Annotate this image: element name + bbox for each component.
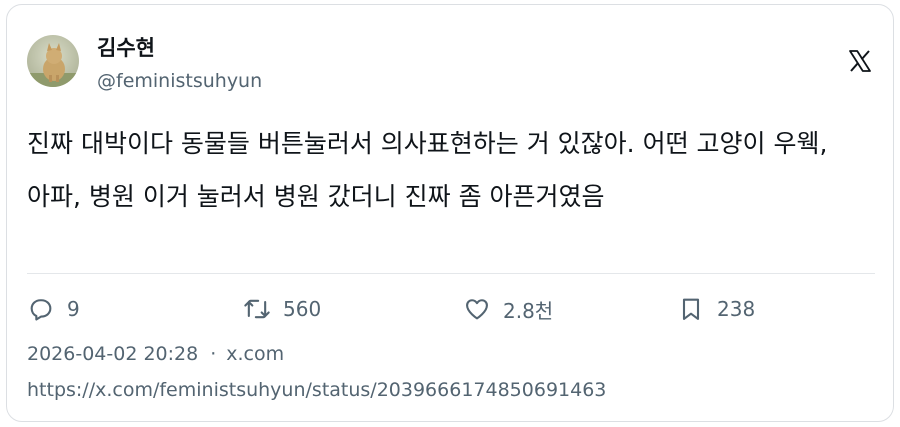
source-link[interactable]: x.com xyxy=(226,343,284,365)
cat-photo-avatar-icon xyxy=(27,35,79,87)
retweet-button[interactable]: 560 xyxy=(243,294,321,324)
like-button[interactable]: 2.8천 xyxy=(463,294,553,324)
bookmark-button[interactable]: 238 xyxy=(677,294,755,324)
tweet-text: 진짜 대박이다 동물들 버튼눌러서 의사표현하는 거 있잖아. 어떤 고양이 우… xyxy=(27,129,836,211)
tweet-card: 김수현 @feministsuhyun 진짜 대박이다 동물들 버튼눌러서 의사… xyxy=(6,4,894,422)
reply-count: 9 xyxy=(67,297,80,321)
reply-button[interactable]: 9 xyxy=(27,294,80,324)
x-logo-icon[interactable] xyxy=(848,49,872,73)
retweet-icon xyxy=(243,295,271,323)
retweet-count: 560 xyxy=(283,297,322,321)
tweet-url[interactable]: https://x.com/feministsuhyun/status/2039… xyxy=(27,379,606,401)
author-name[interactable]: 김수현 xyxy=(97,32,155,62)
tweet-meta: 2026-04-02 20:28 · x.com xyxy=(27,343,284,365)
reply-icon xyxy=(27,295,55,323)
divider xyxy=(27,273,875,274)
like-count: 2.8천 xyxy=(503,298,554,323)
avatar[interactable] xyxy=(27,35,79,87)
author-handle[interactable]: @feministsuhyun xyxy=(97,70,262,92)
timestamp[interactable]: 2026-04-02 20:28 xyxy=(27,343,198,365)
heart-icon xyxy=(463,295,491,323)
bookmark-count: 238 xyxy=(717,297,756,321)
meta-separator: · xyxy=(210,343,217,365)
bookmark-icon xyxy=(677,295,705,323)
